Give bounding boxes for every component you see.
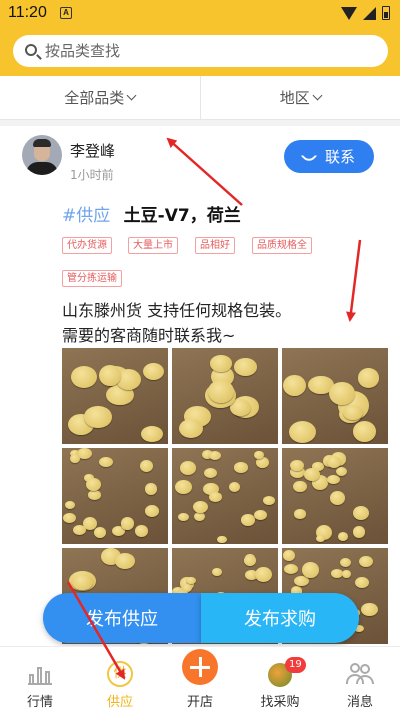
search-input[interactable] [45,41,365,61]
top-header: 11:20 A [0,0,400,76]
wifi-icon [341,6,357,20]
potato-photo[interactable] [282,448,388,544]
signal-icon [363,6,376,20]
chevron-down-icon [126,90,137,101]
publish-purchase-button[interactable]: 发布求购 [201,593,359,643]
status-time: 11:20 [8,4,47,21]
nav-item-messages[interactable]: 消息 [320,647,400,712]
avatar-body [26,162,58,175]
publish-actions: 发布供应 发布求购 [43,593,359,643]
filter-bar: 全部品类 地区 [0,76,400,120]
status-bar: 11:20 A [0,0,400,28]
supply-badge-icon: 供 [107,661,133,687]
contact-button-label: 联系 [324,148,355,166]
feature-chip: 品相好 [195,237,235,254]
contact-button[interactable]: 联系 [284,140,374,173]
nav-label: 供应 [106,695,133,710]
product-title: 土豆-V7，荷兰 [123,206,241,226]
battery-icon [382,6,390,20]
category-filter[interactable]: 全部品类 [0,76,201,119]
potato-photo[interactable] [62,448,168,544]
unread-badge: 19 [285,657,306,673]
potato-photo[interactable] [282,348,388,444]
nav-label: 消息 [346,695,373,710]
search-bar[interactable] [13,35,388,67]
post-description: 山东滕州货 支持任何规格包装。 需要的客商随时联系我~ [62,298,382,348]
feature-chip: 品质规格全 [252,237,312,254]
region-filter[interactable]: 地区 [201,76,400,119]
potato-photo[interactable] [172,448,278,544]
bottom-nav: 行情 供 供应 开店 19 找采购 消息 [0,646,400,712]
bar-chart-icon [28,665,52,685]
nav-item-market[interactable]: 行情 [0,647,80,712]
post-type-tag: #供应 [62,206,111,226]
chevron-down-icon [312,90,323,101]
description-line: 需要的客商随时联系我~ [62,326,236,345]
potato-photo[interactable] [62,348,168,444]
nav-item-open-shop[interactable]: 开店 [160,647,240,712]
post-title: #供应 土豆-V7，荷兰 [62,201,241,226]
feature-chip: 代办货源 [62,237,112,254]
search-icon [25,44,37,56]
nav-item-supply[interactable]: 供 供应 [80,647,160,712]
category-filter-label: 全部品类 [64,89,125,107]
supply-post-card[interactable]: 李登峰 1小时前 联系 #供应 土豆-V7，荷兰 代办货源 大量上市 品相好 品… [0,126,400,646]
notification-icon: A [60,7,72,19]
plus-circle-icon [182,649,218,685]
nav-item-find-purchase[interactable]: 19 找采购 [240,647,320,712]
phone-icon [300,146,318,164]
nav-label: 开店 [186,695,213,710]
user-name[interactable]: 李登峰 [70,140,115,161]
publish-supply-button[interactable]: 发布供应 [43,593,201,643]
post-time: 1小时前 [70,168,114,182]
nav-label: 行情 [26,695,53,710]
avatar[interactable] [22,135,62,175]
region-filter-label: 地区 [279,89,310,107]
nav-label: 找采购 [260,695,300,710]
description-line: 山东滕州货 支持任何规格包装。 [62,301,292,320]
status-icons [341,6,390,20]
feature-chip: 管分拣运输 [62,270,122,287]
potato-photo[interactable] [172,348,278,444]
avatar-hair [33,139,51,147]
people-icon [346,663,374,685]
feature-chip: 大量上市 [128,237,178,254]
